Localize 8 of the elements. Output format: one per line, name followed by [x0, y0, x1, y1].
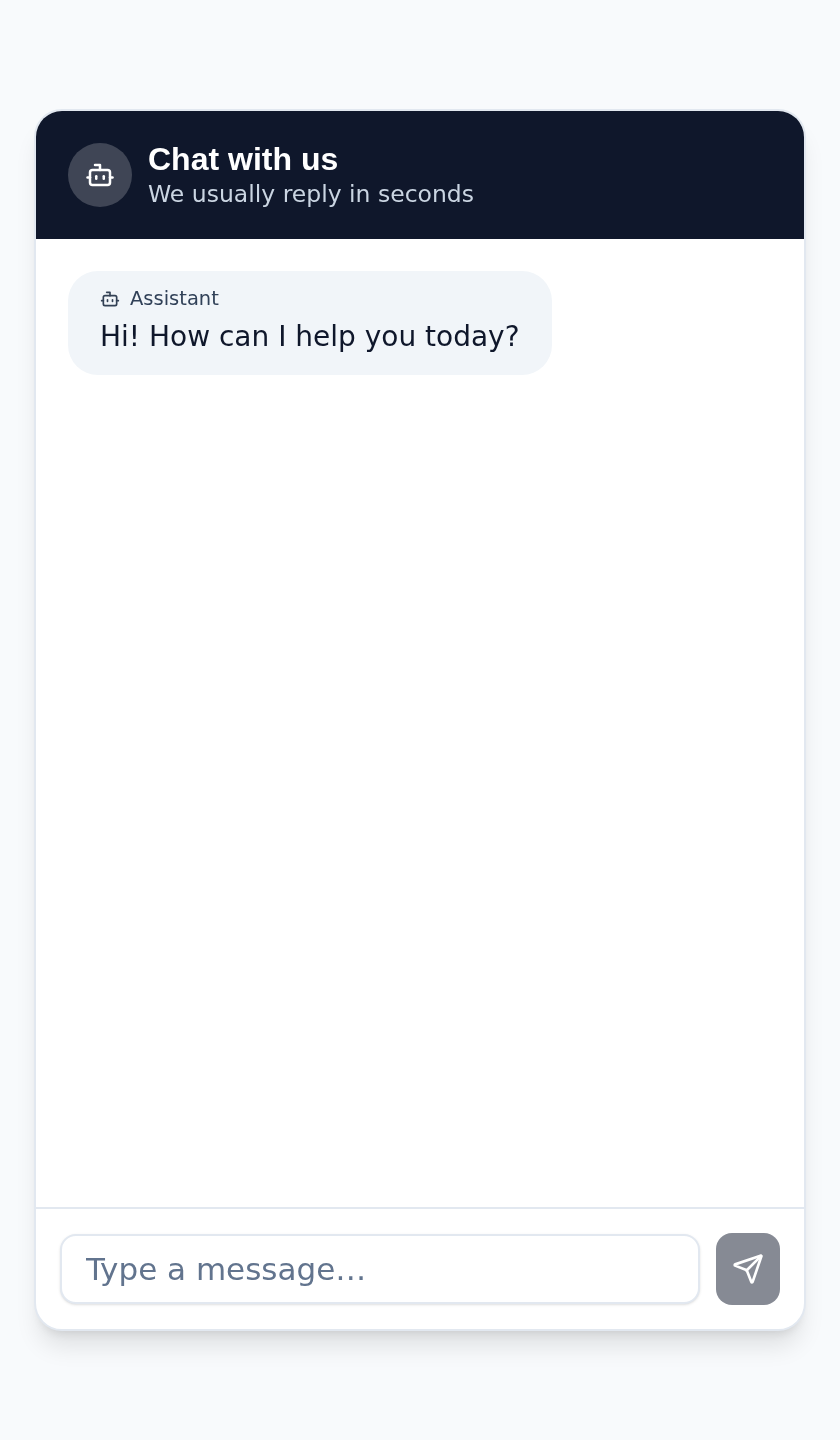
chat-subtitle: We usually reply in seconds	[148, 179, 475, 210]
robot-icon	[68, 143, 132, 207]
chat-title: Chat with us	[148, 140, 340, 178]
robot-icon	[100, 289, 120, 309]
message-input[interactable]: Type a message…	[60, 1234, 700, 1304]
sender-name: Assistant	[130, 286, 219, 312]
send-icon	[732, 1253, 764, 1285]
message-text: Hi! How can I help you today?	[100, 319, 520, 355]
